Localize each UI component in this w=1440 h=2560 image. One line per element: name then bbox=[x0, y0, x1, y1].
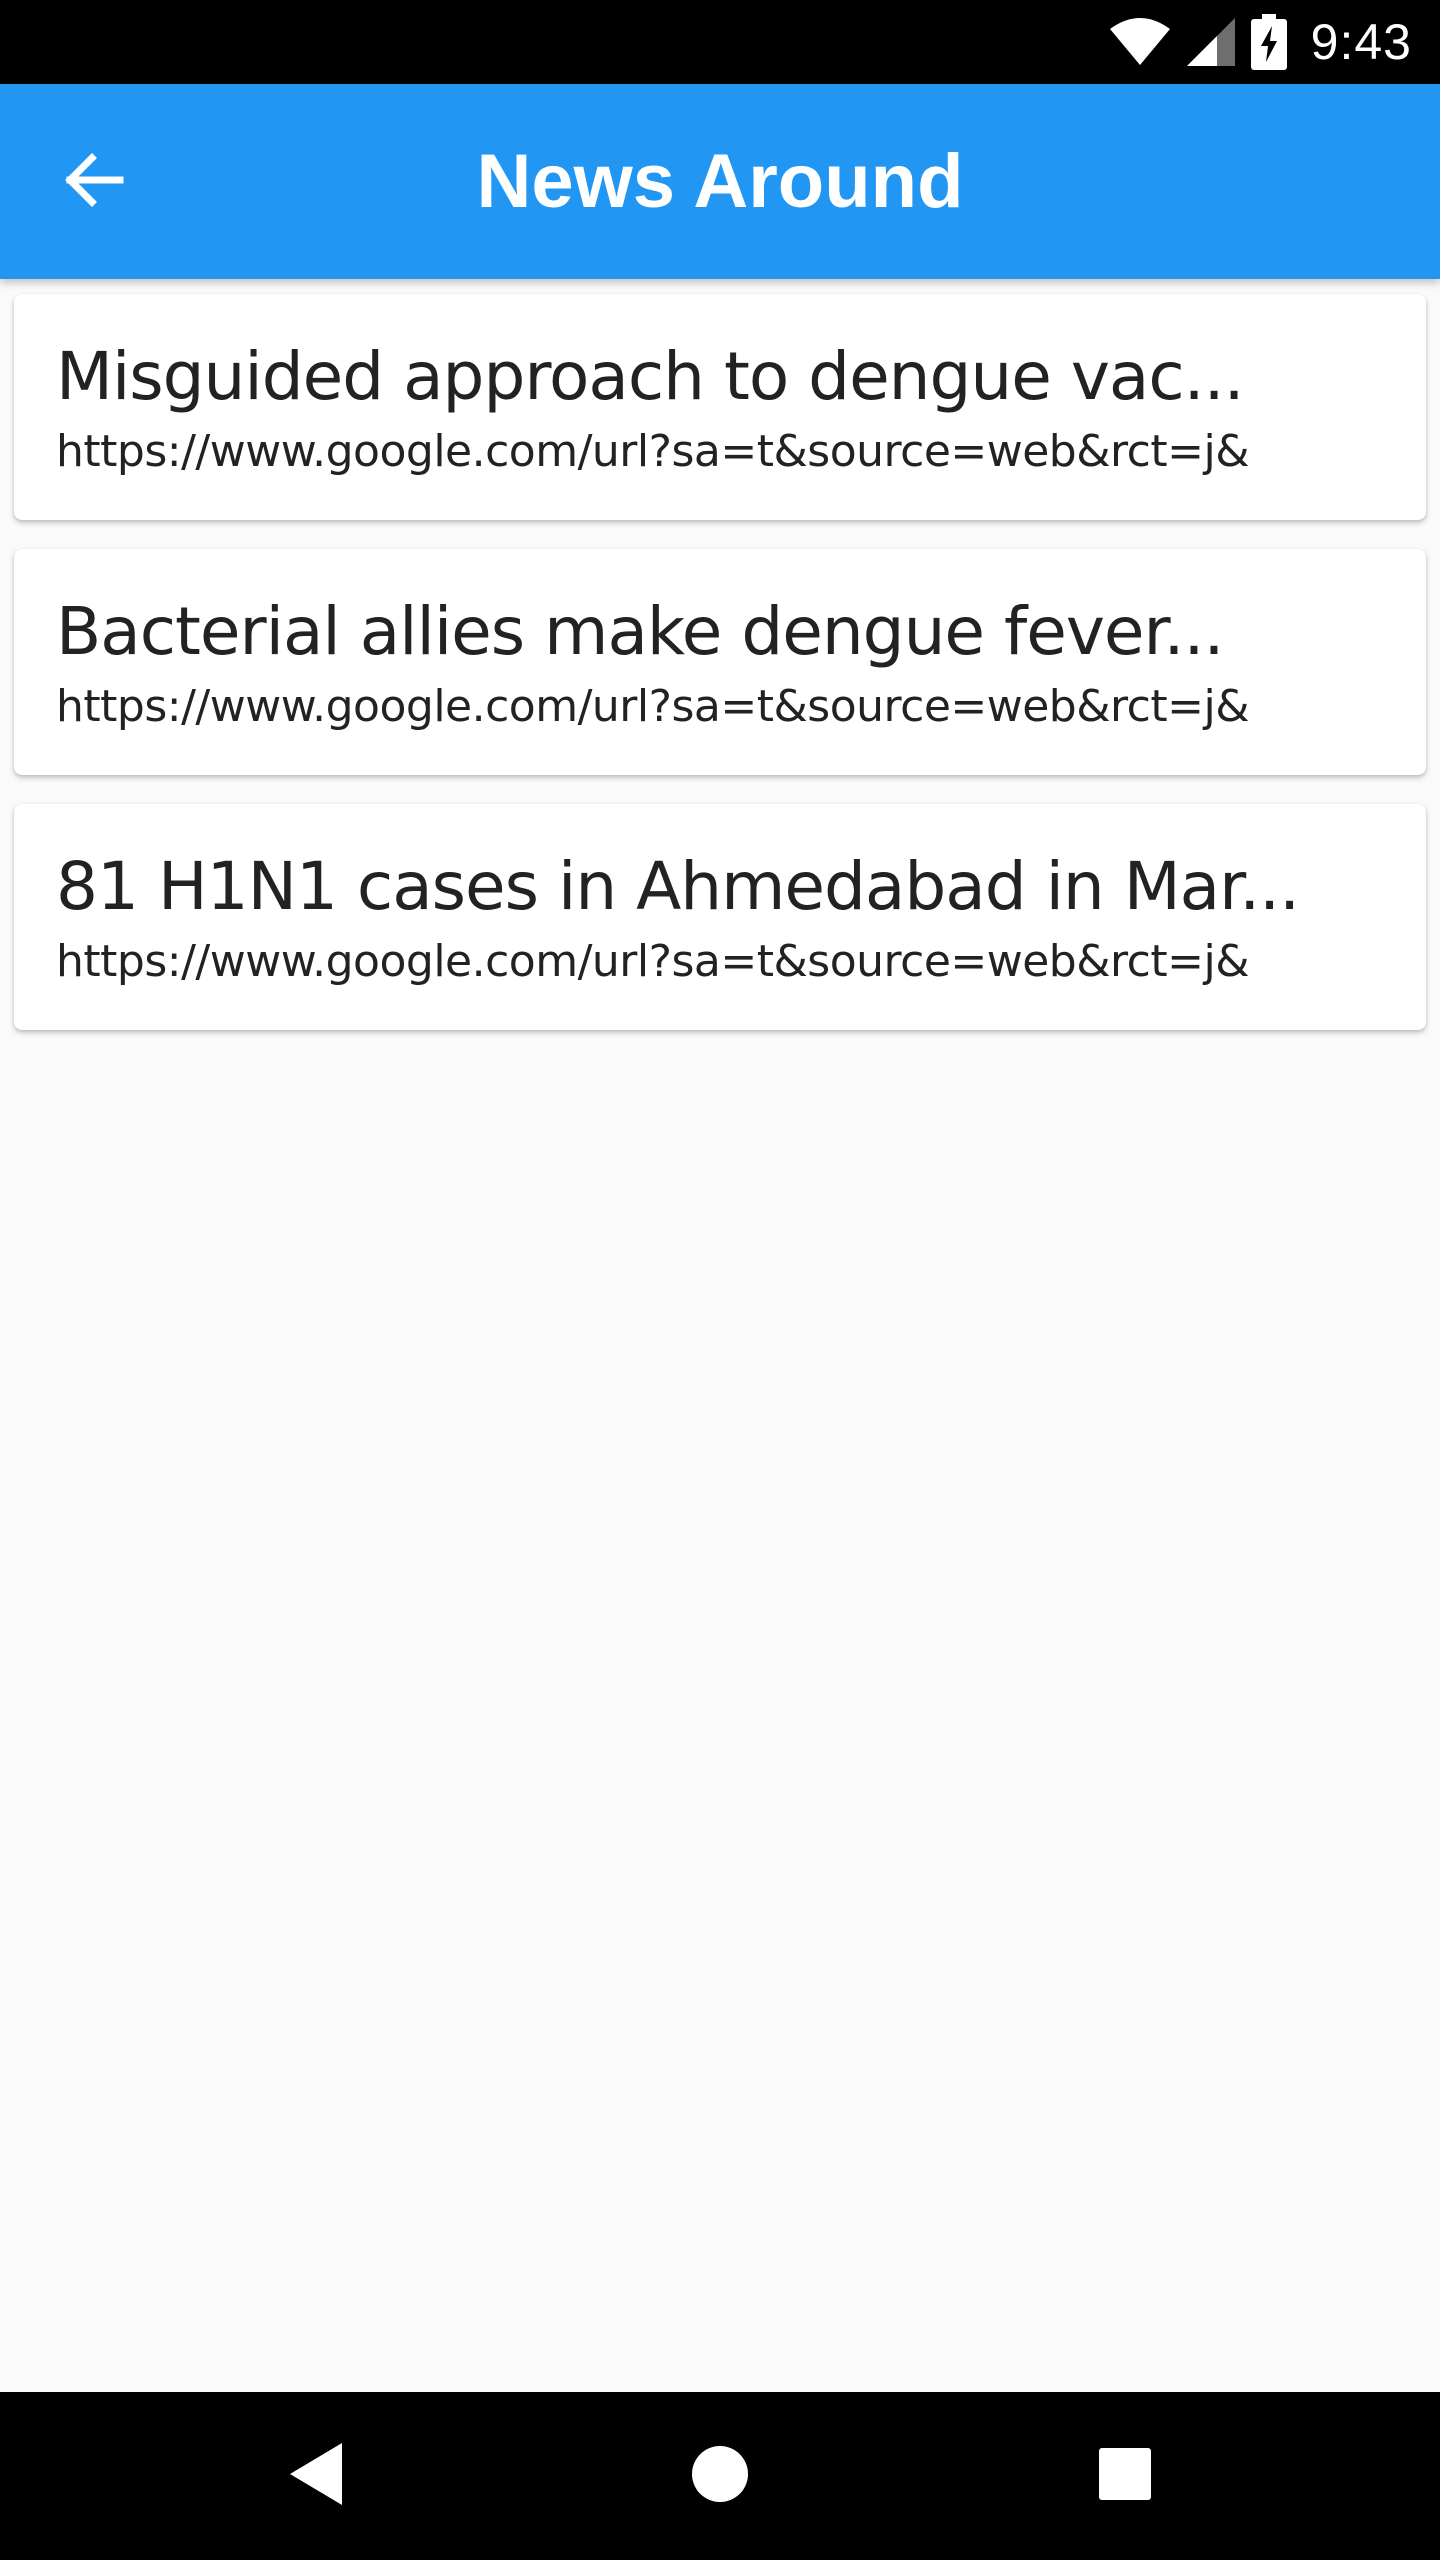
news-card[interactable]: Bacterial allies make dengue fever... ht… bbox=[14, 549, 1426, 775]
news-title: 81 H1N1 cases in Ahmedabad in Mar... bbox=[56, 848, 1300, 925]
recents-square-icon bbox=[1097, 2446, 1153, 2507]
status-clock: 9:43 bbox=[1310, 14, 1412, 70]
status-bar: 9:43 bbox=[0, 0, 1440, 84]
page-title: News Around bbox=[476, 139, 964, 224]
back-triangle-icon bbox=[286, 2441, 346, 2512]
news-card[interactable]: Misguided approach to dengue vac... http… bbox=[14, 294, 1426, 520]
home-circle-icon bbox=[690, 2444, 750, 2509]
news-list: Misguided approach to dengue vac... http… bbox=[14, 294, 1426, 1059]
news-card[interactable]: 81 H1N1 cases in Ahmedabad in Mar... htt… bbox=[14, 804, 1426, 1030]
battery-charging-icon bbox=[1250, 14, 1287, 70]
app-bar: News Around bbox=[0, 84, 1440, 279]
back-button[interactable] bbox=[48, 136, 140, 228]
news-url: https://www.google.com/url?sa=t&source=w… bbox=[56, 681, 1250, 732]
nav-home-button[interactable] bbox=[670, 2426, 770, 2526]
nav-back-button[interactable] bbox=[266, 2426, 366, 2526]
signal-icon bbox=[1185, 16, 1237, 68]
status-icons: 9:43 bbox=[1109, 0, 1412, 84]
nav-recents-button[interactable] bbox=[1075, 2426, 1175, 2526]
news-title: Misguided approach to dengue vac... bbox=[56, 338, 1245, 415]
news-url: https://www.google.com/url?sa=t&source=w… bbox=[56, 936, 1250, 987]
wifi-icon bbox=[1109, 17, 1171, 67]
news-url: https://www.google.com/url?sa=t&source=w… bbox=[56, 426, 1250, 477]
arrow-back-icon bbox=[62, 148, 126, 217]
navigation-bar bbox=[0, 2392, 1440, 2560]
news-title: Bacterial allies make dengue fever... bbox=[56, 593, 1224, 670]
